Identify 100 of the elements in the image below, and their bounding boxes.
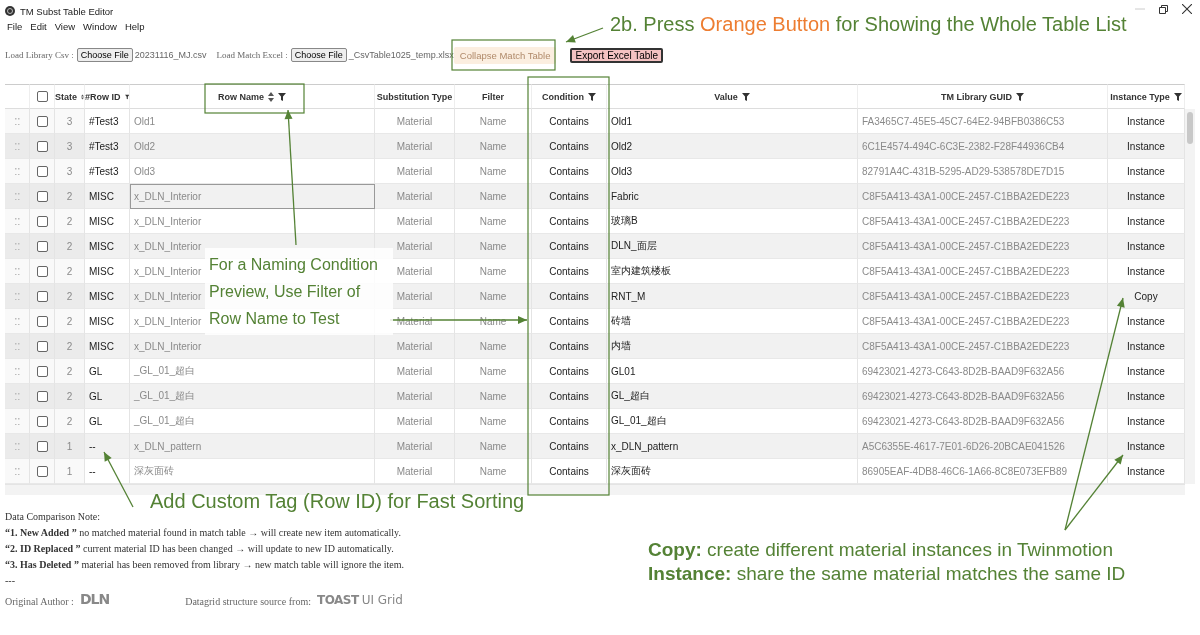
table-cell: x_DLN_pattern [130,434,375,459]
drag-handle-icon[interactable] [14,167,20,175]
table-cell: Name [455,134,532,159]
choose-file-button[interactable]: Choose File [290,48,347,62]
choose-file-button[interactable]: Choose File [76,48,133,62]
checkbox[interactable] [36,115,48,127]
table-cell: RNT_M [607,284,858,309]
author-logo[interactable]: DLN [79,591,110,607]
drag-handle-icon[interactable] [14,317,20,325]
drag-handle-icon[interactable] [14,392,20,400]
scrollbar[interactable] [1185,109,1195,484]
restore-icon[interactable] [1159,4,1168,14]
export-button[interactable]: Export Excel Table [570,47,664,63]
table-cell: Instance [1108,234,1185,259]
table-cell: C8F5A413-43A1-00CE-2457-C1BBA2EDE223 [858,284,1108,309]
drag-handle-icon[interactable] [14,467,20,475]
table-cell: Contains [532,134,607,159]
annotation-text: Copy: create different material instances in Twinmotion [648,538,1114,562]
table-cell: Instance [1108,384,1185,409]
table-cell: 1 [55,434,85,459]
drag-handle-icon[interactable] [14,217,20,225]
file-name: 20231116_MJ.csv [134,50,207,60]
note-text: “1. New Added ” no matched material found in match table → will create new item automatically. [5,527,401,538]
table-cell: x_DLN_pattern [607,434,858,459]
table-cell: Contains [532,334,607,359]
table-cell: Old2 [607,134,858,159]
annotation-text: Add Custom Tag (Row ID) for Fast Sorting [150,490,525,513]
filter-icon[interactable] [741,92,750,101]
checkbox[interactable] [36,390,48,402]
table-cell: Name [455,434,532,459]
app-icon [5,6,15,16]
window-title: TM Subst Table Editor [20,5,114,17]
table-cell: Material [375,184,455,209]
column-header[interactable]: Value [714,91,738,102]
menu-item[interactable]: View [54,21,76,32]
checkbox[interactable] [36,165,48,177]
table-cell: Material [375,384,455,409]
menu-item[interactable]: Window [83,21,117,32]
table-cell: Copy [1108,284,1185,309]
table-cell: Material [375,434,455,459]
callout-text: For a Naming Condition Preview, Use Filter of Row Name to Test [205,248,393,335]
table-cell: 2 [55,359,85,384]
checkbox[interactable] [36,340,48,352]
table-cell: Instance [1108,134,1185,159]
table-cell: Contains [532,234,607,259]
table-cell: Name [455,184,532,209]
drag-handle-icon[interactable] [14,442,20,450]
annotation-text: 2b. Press Orange Button for Showing the Whole Table List [610,13,1127,36]
table-cell: A5C6355E-4617-7E01-6D26-20BCAE041526 [858,434,1108,459]
drag-handle-icon[interactable] [14,242,20,250]
table-cell: Old2 [130,134,375,159]
table-cell: Fabric [607,184,858,209]
drag-handle-icon[interactable] [14,292,20,300]
table-cell: 2 [55,284,85,309]
checkbox[interactable] [36,315,48,327]
menu-item[interactable]: Edit [30,21,47,32]
filter-icon[interactable] [588,92,596,101]
field-label: Load Match Excel : [216,50,288,60]
checkbox[interactable] [36,240,48,252]
table-cell: C8F5A413-43A1-00CE-2457-C1BBA2EDE223 [858,184,1108,209]
table-cell: Contains [532,384,607,409]
menu-item[interactable]: File [7,21,23,32]
table-cell: 2 [55,209,85,234]
table-cell: GL_超白 [607,384,858,409]
checkbox[interactable] [36,440,48,452]
checkbox[interactable] [36,265,48,277]
table-cell: 2 [55,309,85,334]
filter-icon[interactable] [1173,92,1182,101]
checkbox[interactable] [36,290,48,302]
checkbox[interactable] [36,140,48,152]
checkbox[interactable] [36,465,48,477]
drag-handle-icon[interactable] [14,267,20,275]
drag-handle-icon[interactable] [14,192,20,200]
table-cell: 2 [55,334,85,359]
table-cell: Contains [532,284,607,309]
table-cell: C8F5A413-43A1-00CE-2457-C1BBA2EDE223 [858,234,1108,259]
table-cell: 2 [55,234,85,259]
checkbox[interactable] [36,365,48,377]
arrow [103,451,134,508]
checkbox[interactable] [36,190,48,202]
table-cell: 1 [55,459,85,484]
grid-library-logo[interactable]: TOAST UI Grid [316,593,403,607]
note-text: “2. ID Replaced ” current material ID has been changed → will update to new ID automatically. [5,543,394,554]
close-icon[interactable] [1182,4,1192,14]
table-cell: MISC [85,234,130,259]
drag-handle-icon[interactable] [14,117,20,125]
table-cell: 3 [55,159,85,184]
checkbox[interactable] [36,415,48,427]
table-cell: Name [455,384,532,409]
table-cell: 2 [55,184,85,209]
scrollbar[interactable] [5,484,1185,495]
drag-handle-icon[interactable] [14,142,20,150]
menu-item[interactable]: Help [124,21,145,32]
checkbox[interactable] [36,215,48,227]
checkbox[interactable] [36,91,48,102]
drag-handle-icon[interactable] [14,367,20,375]
table-cell: Instance [1108,334,1185,359]
drag-handle-icon[interactable] [14,417,20,425]
field-label: Load Library Csv : [5,50,74,60]
drag-handle-icon[interactable] [14,342,20,350]
